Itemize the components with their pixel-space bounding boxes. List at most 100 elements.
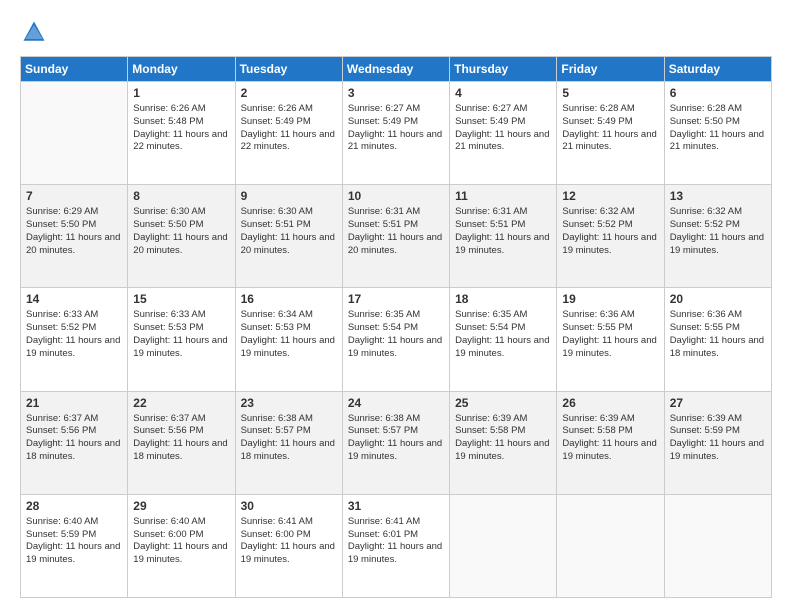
cell-info: Sunrise: 6:30 AM Sunset: 5:50 PM Dayligh… bbox=[133, 206, 229, 257]
day-number: 30 bbox=[241, 499, 337, 513]
day-number: 17 bbox=[348, 292, 444, 306]
calendar-cell: 12 Sunrise: 6:32 AM Sunset: 5:52 PM Dayli… bbox=[557, 185, 664, 288]
col-header-thursday: Thursday bbox=[450, 57, 557, 82]
col-header-wednesday: Wednesday bbox=[342, 57, 449, 82]
calendar-cell: 20 Sunrise: 6:36 AM Sunset: 5:55 PM Dayli… bbox=[664, 288, 771, 391]
cell-info: Sunrise: 6:39 AM Sunset: 5:58 PM Dayligh… bbox=[562, 413, 658, 464]
day-number: 20 bbox=[670, 292, 766, 306]
day-number: 29 bbox=[133, 499, 229, 513]
calendar-cell: 29 Sunrise: 6:40 AM Sunset: 6:00 PM Dayli… bbox=[128, 494, 235, 597]
calendar-cell: 22 Sunrise: 6:37 AM Sunset: 5:56 PM Dayli… bbox=[128, 391, 235, 494]
calendar-cell: 9Sunrise: 6:30 AM Sunset: 5:51 PM Daylig… bbox=[235, 185, 342, 288]
cell-info: Sunrise: 6:32 AM Sunset: 5:52 PM Dayligh… bbox=[670, 206, 766, 257]
calendar-week-row: 21Sunrise: 6:37 AM Sunset: 5:56 PM Dayli… bbox=[21, 391, 772, 494]
calendar-cell: 16 Sunrise: 6:34 AM Sunset: 5:53 PM Dayli… bbox=[235, 288, 342, 391]
col-header-monday: Monday bbox=[128, 57, 235, 82]
col-header-saturday: Saturday bbox=[664, 57, 771, 82]
cell-info: Sunrise: 6:34 AM Sunset: 5:53 PM Dayligh… bbox=[241, 309, 337, 360]
calendar-cell bbox=[664, 494, 771, 597]
calendar-cell: 5 Sunrise: 6:28 AM Sunset: 5:49 PM Daylig… bbox=[557, 82, 664, 185]
cell-info: Sunrise: 6:37 AM Sunset: 5:56 PM Dayligh… bbox=[26, 413, 122, 464]
calendar-week-row: 7 Sunrise: 6:29 AM Sunset: 5:50 PM Daylig… bbox=[21, 185, 772, 288]
cell-info: Sunrise: 6:41 AM Sunset: 6:01 PM Dayligh… bbox=[348, 516, 444, 567]
calendar-cell: 19Sunrise: 6:36 AM Sunset: 5:55 PM Dayli… bbox=[557, 288, 664, 391]
day-number: 10 bbox=[348, 189, 444, 203]
calendar-cell: 23 Sunrise: 6:38 AM Sunset: 5:57 PM Dayli… bbox=[235, 391, 342, 494]
day-number: 9 bbox=[241, 189, 337, 203]
day-number: 24 bbox=[348, 396, 444, 410]
cell-info: Sunrise: 6:33 AM Sunset: 5:52 PM Dayligh… bbox=[26, 309, 122, 360]
day-number: 18 bbox=[455, 292, 551, 306]
day-number: 6 bbox=[670, 86, 766, 100]
day-number: 13 bbox=[670, 189, 766, 203]
cell-info: Sunrise: 6:31 AM Sunset: 5:51 PM Dayligh… bbox=[348, 206, 444, 257]
calendar-week-row: 28 Sunrise: 6:40 AM Sunset: 5:59 PM Dayli… bbox=[21, 494, 772, 597]
day-number: 31 bbox=[348, 499, 444, 513]
calendar-cell: 4 Sunrise: 6:27 AM Sunset: 5:49 PM Daylig… bbox=[450, 82, 557, 185]
col-header-tuesday: Tuesday bbox=[235, 57, 342, 82]
calendar-cell: 13 Sunrise: 6:32 AM Sunset: 5:52 PM Dayli… bbox=[664, 185, 771, 288]
day-number: 28 bbox=[26, 499, 122, 513]
cell-info: Sunrise: 6:27 AM Sunset: 5:49 PM Dayligh… bbox=[348, 103, 444, 154]
cell-info: Sunrise: 6:39 AM Sunset: 5:59 PM Dayligh… bbox=[670, 413, 766, 464]
cell-info: Sunrise: 6:28 AM Sunset: 5:49 PM Dayligh… bbox=[562, 103, 658, 154]
calendar-cell: 2 Sunrise: 6:26 AM Sunset: 5:49 PM Daylig… bbox=[235, 82, 342, 185]
day-number: 26 bbox=[562, 396, 658, 410]
day-number: 5 bbox=[562, 86, 658, 100]
calendar-cell: 15 Sunrise: 6:33 AM Sunset: 5:53 PM Dayli… bbox=[128, 288, 235, 391]
calendar-cell: 17 Sunrise: 6:35 AM Sunset: 5:54 PM Dayli… bbox=[342, 288, 449, 391]
day-number: 19 bbox=[562, 292, 658, 306]
cell-info: Sunrise: 6:26 AM Sunset: 5:48 PM Dayligh… bbox=[133, 103, 229, 154]
cell-info: Sunrise: 6:41 AM Sunset: 6:00 PM Dayligh… bbox=[241, 516, 337, 567]
calendar-cell: 1Sunrise: 6:26 AM Sunset: 5:48 PM Daylig… bbox=[128, 82, 235, 185]
calendar-week-row: 14 Sunrise: 6:33 AM Sunset: 5:52 PM Dayli… bbox=[21, 288, 772, 391]
cell-info: Sunrise: 6:37 AM Sunset: 5:56 PM Dayligh… bbox=[133, 413, 229, 464]
calendar-cell: 25 Sunrise: 6:39 AM Sunset: 5:58 PM Dayli… bbox=[450, 391, 557, 494]
logo bbox=[20, 18, 52, 46]
day-number: 12 bbox=[562, 189, 658, 203]
calendar-table: SundayMondayTuesdayWednesdayThursdayFrid… bbox=[20, 56, 772, 598]
page: SundayMondayTuesdayWednesdayThursdayFrid… bbox=[0, 0, 792, 612]
calendar-cell bbox=[450, 494, 557, 597]
cell-info: Sunrise: 6:36 AM Sunset: 5:55 PM Dayligh… bbox=[670, 309, 766, 360]
day-number: 25 bbox=[455, 396, 551, 410]
cell-info: Sunrise: 6:27 AM Sunset: 5:49 PM Dayligh… bbox=[455, 103, 551, 154]
day-number: 16 bbox=[241, 292, 337, 306]
cell-info: Sunrise: 6:26 AM Sunset: 5:49 PM Dayligh… bbox=[241, 103, 337, 154]
cell-info: Sunrise: 6:32 AM Sunset: 5:52 PM Dayligh… bbox=[562, 206, 658, 257]
calendar-cell: 26 Sunrise: 6:39 AM Sunset: 5:58 PM Dayli… bbox=[557, 391, 664, 494]
cell-info: Sunrise: 6:33 AM Sunset: 5:53 PM Dayligh… bbox=[133, 309, 229, 360]
day-number: 27 bbox=[670, 396, 766, 410]
day-number: 7 bbox=[26, 189, 122, 203]
calendar-cell: 30 Sunrise: 6:41 AM Sunset: 6:00 PM Dayli… bbox=[235, 494, 342, 597]
day-number: 8 bbox=[133, 189, 229, 203]
day-number: 23 bbox=[241, 396, 337, 410]
calendar-cell bbox=[557, 494, 664, 597]
calendar-cell: 18 Sunrise: 6:35 AM Sunset: 5:54 PM Dayli… bbox=[450, 288, 557, 391]
day-number: 15 bbox=[133, 292, 229, 306]
calendar-header-row: SundayMondayTuesdayWednesdayThursdayFrid… bbox=[21, 57, 772, 82]
cell-info: Sunrise: 6:38 AM Sunset: 5:57 PM Dayligh… bbox=[241, 413, 337, 464]
cell-info: Sunrise: 6:40 AM Sunset: 5:59 PM Dayligh… bbox=[26, 516, 122, 567]
cell-info: Sunrise: 6:40 AM Sunset: 6:00 PM Dayligh… bbox=[133, 516, 229, 567]
calendar-cell bbox=[21, 82, 128, 185]
cell-info: Sunrise: 6:35 AM Sunset: 5:54 PM Dayligh… bbox=[348, 309, 444, 360]
col-header-friday: Friday bbox=[557, 57, 664, 82]
header bbox=[20, 18, 772, 46]
day-number: 4 bbox=[455, 86, 551, 100]
cell-info: Sunrise: 6:39 AM Sunset: 5:58 PM Dayligh… bbox=[455, 413, 551, 464]
calendar-cell: 6Sunrise: 6:28 AM Sunset: 5:50 PM Daylig… bbox=[664, 82, 771, 185]
cell-info: Sunrise: 6:29 AM Sunset: 5:50 PM Dayligh… bbox=[26, 206, 122, 257]
calendar-cell: 10 Sunrise: 6:31 AM Sunset: 5:51 PM Dayli… bbox=[342, 185, 449, 288]
day-number: 14 bbox=[26, 292, 122, 306]
cell-info: Sunrise: 6:35 AM Sunset: 5:54 PM Dayligh… bbox=[455, 309, 551, 360]
calendar-cell: 31 Sunrise: 6:41 AM Sunset: 6:01 PM Dayli… bbox=[342, 494, 449, 597]
logo-icon bbox=[20, 18, 48, 46]
day-number: 11 bbox=[455, 189, 551, 203]
calendar-week-row: 1Sunrise: 6:26 AM Sunset: 5:48 PM Daylig… bbox=[21, 82, 772, 185]
calendar-cell: 7 Sunrise: 6:29 AM Sunset: 5:50 PM Daylig… bbox=[21, 185, 128, 288]
calendar-cell: 14 Sunrise: 6:33 AM Sunset: 5:52 PM Dayli… bbox=[21, 288, 128, 391]
calendar-cell: 27 Sunrise: 6:39 AM Sunset: 5:59 PM Dayli… bbox=[664, 391, 771, 494]
day-number: 2 bbox=[241, 86, 337, 100]
day-number: 22 bbox=[133, 396, 229, 410]
